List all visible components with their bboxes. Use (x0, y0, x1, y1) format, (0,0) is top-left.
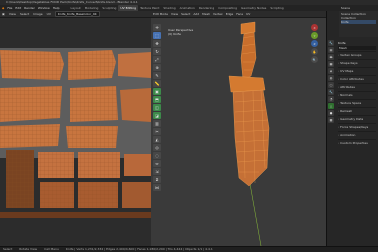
status-call-menu: Call Menu (44, 247, 59, 251)
vp-menu-add[interactable]: Add (193, 12, 199, 16)
edge-slide-tool-icon[interactable]: ⇔ (153, 160, 161, 167)
section-custom-properties[interactable]: Custom Properties (338, 139, 376, 146)
vp-menu-view[interactable]: View (171, 12, 178, 16)
active-object-label: (0) Knife (168, 32, 181, 36)
loop-cut-tool-icon[interactable]: ▥ (153, 120, 161, 127)
status-rotate-view: Rotate View (19, 247, 38, 251)
pan-hand-icon[interactable]: ✋ (311, 48, 318, 55)
transform-tool-icon[interactable]: ⊕ (153, 64, 161, 71)
3d-viewport[interactable] (151, 18, 326, 246)
viewport-header: Edit Mode View Select Add Mesh Vertex Ed… (151, 11, 326, 18)
scale-tool-icon[interactable]: ⤢ (153, 56, 161, 63)
render-props-icon[interactable]: ▤ (328, 47, 334, 53)
section-normals[interactable]: Normals (338, 91, 376, 98)
properties-panel: Knife Mesh Vertex Groups Shape Keys UV M… (336, 40, 378, 190)
vp-menu-mesh[interactable]: Mesh (202, 12, 210, 16)
select-box-tool-icon[interactable]: ⬚ (153, 32, 161, 39)
texture-props-icon[interactable]: ▩ (328, 117, 334, 123)
knife-mesh (228, 21, 270, 246)
uv-islands (0, 18, 151, 246)
vp-menu-select[interactable]: Select (181, 12, 190, 16)
image-selector[interactable]: Knife_Knife_BaseColor_4K (54, 11, 100, 17)
spin-tool-icon[interactable]: ◎ (153, 144, 161, 151)
outliner-knife[interactable]: Knife (341, 20, 376, 24)
uv-menu-uv[interactable]: UV (47, 12, 51, 16)
measure-tool-icon[interactable]: 📏 (153, 80, 161, 87)
zoom-icon[interactable]: 🔍 (311, 56, 318, 63)
extrude-tool-icon[interactable]: ⬒ (153, 96, 161, 103)
vp-menu-uv[interactable]: UV (246, 12, 250, 16)
section-texture-space[interactable]: Texture Space (338, 99, 376, 106)
uv-menu-select[interactable]: Select (20, 12, 29, 16)
tool-props-icon[interactable]: 🔧 (328, 40, 334, 46)
material-props-icon[interactable]: ● (328, 110, 334, 116)
vp-menu-face[interactable]: Face (236, 12, 243, 16)
axis-y-icon[interactable]: Y (311, 32, 318, 39)
mesh-data-props-icon[interactable]: △ (328, 103, 334, 109)
physics-props-icon[interactable]: ◔ (328, 96, 334, 102)
outliner: Scene Collection Collection Knife (339, 11, 378, 37)
menu-help[interactable]: Help (53, 6, 60, 10)
mode-selector[interactable]: Edit Mode (153, 12, 168, 16)
props-mesh-name[interactable]: Mesh (338, 46, 376, 50)
world-props-icon[interactable]: ◍ (328, 75, 334, 81)
view-layer-props-icon[interactable]: ▦ (328, 61, 334, 67)
uv-menu-image[interactable]: Image (33, 12, 42, 16)
blender-logo-icon[interactable]: ◆ (2, 6, 4, 10)
axis-x-icon[interactable]: X (311, 24, 318, 31)
knife-tool-icon[interactable]: ✂ (153, 128, 161, 135)
section-vertex-groups[interactable]: Vertex Groups (338, 51, 376, 58)
rip-tool-icon[interactable]: ⋈ (153, 184, 161, 191)
shear-tool-icon[interactable]: ⧄ (153, 176, 161, 183)
menu-render[interactable]: Render (24, 6, 35, 10)
uv-menu-view[interactable]: View (9, 12, 16, 16)
section-shape-keys[interactable]: Shape Keys (338, 59, 376, 66)
status-bar: Select Rotate View Call Menu Knife | Ver… (0, 246, 378, 252)
vp-menu-edge[interactable]: Edge (226, 12, 234, 16)
section-force-shapes[interactable]: Force Shapes/Keys (338, 123, 376, 130)
axis-z-icon[interactable]: Z (311, 40, 318, 47)
modifier-props-icon[interactable]: 🔧 (328, 89, 334, 95)
tool-shelf: ✛ ⬚ ✥ ↻ ⤢ ⊕ ✎ 📏 ▣ ⬒ ◫ ◪ ▥ ✂ ◭ ◎ ◌ ⇔ ⇲ ⧄ … (153, 24, 162, 244)
section-attributes[interactable]: Attributes (338, 83, 376, 90)
status-select: Select (3, 247, 13, 251)
rotate-tool-icon[interactable]: ↻ (153, 48, 161, 55)
object-props-icon[interactable]: ▢ (328, 82, 334, 88)
props-object-name: Knife (338, 41, 346, 45)
move-tool-icon[interactable]: ✥ (153, 40, 161, 47)
menu-file[interactable]: File (7, 6, 12, 10)
bevel-tool-icon[interactable]: ◪ (153, 112, 161, 119)
poly-build-tool-icon[interactable]: ◭ (153, 136, 161, 143)
uv-editor-canvas[interactable] (0, 18, 151, 246)
shrink-tool-icon[interactable]: ⇲ (153, 168, 161, 175)
viewport-info: User Perspective (0) Knife (168, 28, 193, 36)
uv-editor-header: ▣ View Select Image UV Knife_Knife_BaseC… (0, 11, 151, 18)
add-cube-tool-icon[interactable]: ▣ (153, 88, 161, 95)
menu-edit[interactable]: Edit (15, 6, 21, 10)
smooth-tool-icon[interactable]: ◌ (153, 152, 161, 159)
annotate-tool-icon[interactable]: ✎ (153, 72, 161, 79)
vp-menu-vertex[interactable]: Vertex (213, 12, 223, 16)
properties-tabs: 🔧 ▤ 🖶 ▦ ◈ ◍ ▢ 🔧 ◔ △ ● ▩ (327, 40, 335, 170)
scene-props-icon[interactable]: ◈ (328, 68, 334, 74)
output-props-icon[interactable]: 🖶 (328, 54, 334, 60)
status-stats: Knife | Verts 1,231/2,334 | Edges 2,400/… (65, 247, 213, 251)
uv-mode-icon[interactable]: ▣ (2, 12, 5, 16)
section-uv-maps[interactable]: UV Maps (338, 67, 376, 74)
section-remesh[interactable]: Remesh (338, 107, 376, 114)
section-animation[interactable]: Animation (338, 131, 376, 138)
navigation-gizmo: X Y Z ✋ 🔍 (311, 24, 325, 64)
section-geometry-data[interactable]: Geometry Data (338, 115, 376, 122)
inset-tool-icon[interactable]: ◫ (153, 104, 161, 111)
section-color-attributes[interactable]: Color Attributes (338, 75, 376, 82)
menu-window[interactable]: Window (38, 6, 50, 10)
cursor-tool-icon[interactable]: ✛ (153, 24, 161, 31)
